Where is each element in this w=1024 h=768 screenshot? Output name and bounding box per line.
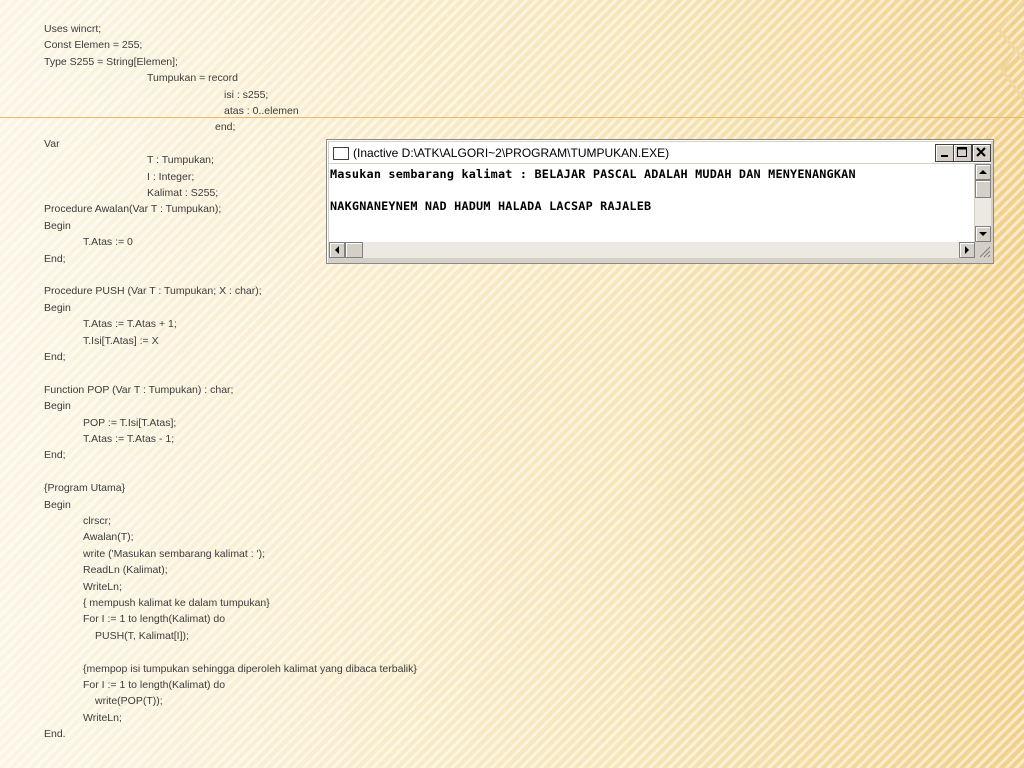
code-line: T.Isi[T.Atas] := X bbox=[83, 334, 159, 347]
code-line: Var bbox=[44, 137, 60, 150]
app-window-icon bbox=[333, 147, 349, 160]
code-line: Kalimat : S255; bbox=[147, 187, 219, 199]
code-line: end; bbox=[215, 121, 236, 134]
code-line: atas : 0..elemen bbox=[224, 105, 299, 117]
code-line: write(POP(T)); bbox=[95, 695, 163, 708]
code-line: Type S255 = String[Elemen]; bbox=[44, 55, 178, 68]
code-line: Procedure PUSH (Var T : Tumpukan; X : ch… bbox=[44, 285, 262, 298]
scroll-down-button[interactable] bbox=[975, 226, 991, 242]
code-line: End; bbox=[44, 449, 66, 462]
code-line: Begin bbox=[44, 301, 71, 314]
code-line: ReadLn (Kalimat); bbox=[83, 564, 168, 577]
arrow-left-icon bbox=[335, 246, 339, 254]
console-line: Masukan sembarang kalimat : BELAJAR PASC… bbox=[330, 167, 856, 181]
code-line: Function POP (Var T : Tumpukan) : char; bbox=[44, 383, 234, 396]
console-line: NAKGNANEYNEM NAD HADUM HALADA LACSAP RAJ… bbox=[330, 199, 652, 213]
arrow-right-icon bbox=[965, 246, 969, 254]
resize-grip-icon[interactable] bbox=[977, 244, 991, 258]
code-line: T.Atas := T.Atas + 1; bbox=[83, 318, 177, 331]
code-line: {mempop isi tumpukan sehingga diperoleh … bbox=[83, 662, 417, 675]
code-line: Begin bbox=[44, 219, 71, 232]
vertical-scrollbar[interactable] bbox=[975, 164, 991, 242]
close-button[interactable] bbox=[972, 144, 991, 162]
code-line: For I := 1 to length(Kalimat) do bbox=[83, 679, 226, 691]
maximize-icon bbox=[957, 147, 967, 157]
code-line: T.Atas := 0 bbox=[83, 236, 133, 249]
code-line: Uses wincrt; bbox=[44, 23, 102, 35]
horizontal-scroll-thumb[interactable] bbox=[345, 242, 363, 258]
console-output-area[interactable]: Masukan sembarang kalimat : BELAJAR PASC… bbox=[329, 164, 974, 242]
code-line: WriteLn; bbox=[83, 580, 122, 593]
vertical-scroll-thumb[interactable] bbox=[975, 180, 991, 198]
code-line: WriteLn; bbox=[83, 711, 122, 724]
arrow-down-icon bbox=[979, 232, 987, 236]
scroll-right-button[interactable] bbox=[959, 242, 975, 258]
code-line: Begin bbox=[44, 498, 71, 511]
maximize-button[interactable] bbox=[953, 144, 972, 162]
code-line: Procedure Awalan(Var T : Tumpukan); bbox=[44, 203, 222, 216]
code-line: Const Elemen = 255; bbox=[44, 39, 143, 52]
horizontal-scrollbar[interactable] bbox=[329, 242, 975, 258]
accent-divider-line bbox=[0, 117, 1024, 118]
code-line: write ('Masukan sembarang kalimat : '); bbox=[83, 547, 265, 560]
code-line: isi : s255; bbox=[224, 88, 269, 101]
code-line: For I := 1 to length(Kalimat) do bbox=[83, 613, 226, 626]
code-line: End; bbox=[44, 351, 66, 363]
window-title: (Inactive D:\ATK\ALGORI~2\PROGRAM\TUMPUK… bbox=[353, 146, 670, 160]
arrow-up-icon bbox=[979, 170, 987, 174]
code-line: End. bbox=[44, 728, 66, 741]
console-window[interactable]: (Inactive D:\ATK\ALGORI~2\PROGRAM\TUMPUK… bbox=[326, 139, 994, 264]
code-line: T : Tumpukan; bbox=[147, 154, 214, 167]
code-line: { mempush kalimat ke dalam tumpukan} bbox=[83, 597, 270, 609]
scroll-up-button[interactable] bbox=[975, 164, 991, 180]
code-line: Begin bbox=[44, 400, 71, 413]
close-icon bbox=[976, 147, 986, 157]
code-line: POP := T.Isi[T.Atas]; bbox=[83, 416, 177, 429]
decorative-chevrons bbox=[997, 0, 1024, 101]
code-line: PUSH(T, Kalimat[I]); bbox=[95, 629, 189, 642]
code-line: Tumpukan = record bbox=[147, 72, 238, 85]
code-line: Awalan(T); bbox=[83, 531, 134, 544]
code-line: End; bbox=[44, 252, 66, 265]
minimize-icon bbox=[941, 155, 948, 157]
code-line: {Program Utama} bbox=[44, 482, 126, 495]
code-line: I : Integer; bbox=[147, 170, 195, 183]
scroll-left-button[interactable] bbox=[329, 242, 345, 258]
code-line: T.Atas := T.Atas - 1; bbox=[83, 433, 175, 445]
window-titlebar[interactable]: (Inactive D:\ATK\ALGORI~2\PROGRAM\TUMPUK… bbox=[329, 142, 991, 163]
minimize-button[interactable] bbox=[935, 144, 954, 162]
code-line: clrscr; bbox=[83, 515, 111, 527]
